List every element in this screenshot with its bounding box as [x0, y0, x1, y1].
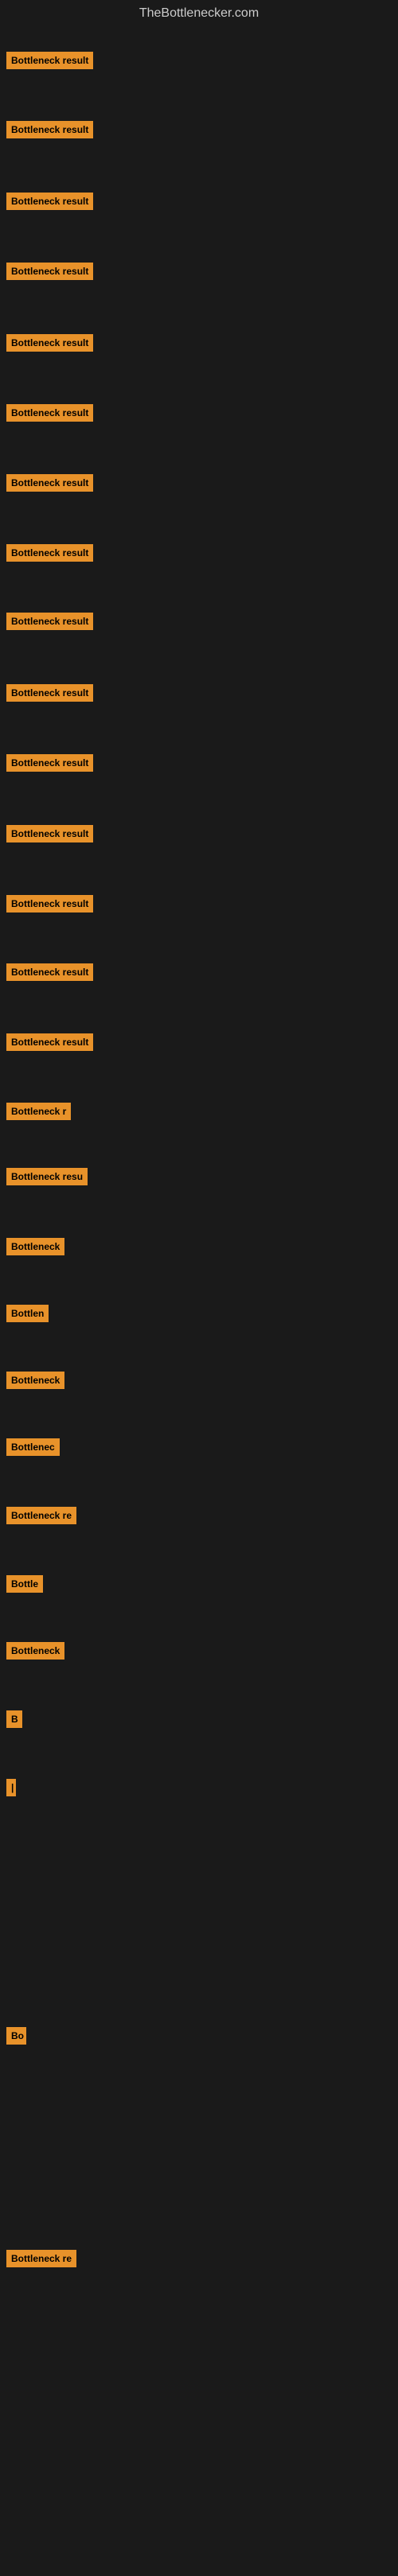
bottleneck-item[interactable]: Bottleneck resu [6, 1168, 88, 1189]
bottleneck-item[interactable]: Bottleneck result [6, 684, 93, 706]
bottleneck-item[interactable]: Bottleneck result [6, 895, 93, 916]
bottleneck-item[interactable]: Bottleneck result [6, 121, 93, 142]
items-container: Bottleneck result Bottleneck result Bottle… [0, 30, 398, 2576]
bottleneck-item[interactable]: Bottleneck result [6, 404, 93, 426]
bottleneck-item[interactable]: Bottleneck result [6, 474, 93, 496]
bottleneck-item[interactable]: | [6, 1779, 16, 1800]
bottleneck-item[interactable]: Bottleneck result [6, 193, 93, 214]
bottleneck-item[interactable]: B [6, 1710, 22, 1732]
bottleneck-badge[interactable]: Bo [6, 2027, 26, 2045]
bottleneck-item[interactable]: Bottlen [6, 1305, 49, 1326]
bottleneck-item[interactable]: Bottleneck result [6, 825, 93, 846]
bottleneck-item[interactable]: Bottleneck result [6, 963, 93, 985]
bottleneck-badge[interactable]: Bottleneck result [6, 263, 93, 280]
bottleneck-item[interactable]: Bo [6, 2027, 26, 2049]
site-title: TheBottlenecker.com [0, 0, 398, 30]
bottleneck-item[interactable]: Bottleneck [6, 1372, 64, 1393]
bottleneck-item[interactable]: Bottleneck result [6, 754, 93, 776]
bottleneck-item[interactable]: Bottleneck r [6, 1103, 71, 1124]
bottleneck-item[interactable]: Bottleneck result [6, 334, 93, 356]
bottleneck-badge[interactable]: Bottleneck re [6, 1507, 76, 1524]
bottleneck-badge[interactable]: Bottleneck [6, 1238, 64, 1255]
bottleneck-item[interactable]: Bottleneck re [6, 2250, 76, 2271]
bottleneck-badge[interactable]: Bottleneck result [6, 754, 93, 772]
bottleneck-badge[interactable]: B [6, 1710, 22, 1728]
bottleneck-badge[interactable]: Bottleneck re [6, 2250, 76, 2267]
bottleneck-badge[interactable]: Bottleneck result [6, 613, 93, 630]
bottleneck-badge[interactable]: Bottleneck result [6, 193, 93, 210]
bottleneck-badge[interactable]: Bottleneck [6, 1642, 64, 1660]
bottleneck-badge[interactable]: Bottleneck r [6, 1103, 71, 1120]
bottleneck-badge[interactable]: Bottleneck result [6, 895, 93, 912]
bottleneck-badge[interactable]: Bottleneck result [6, 825, 93, 842]
bottleneck-item[interactable]: Bottleneck result [6, 1033, 93, 1055]
bottleneck-item[interactable]: Bottleneck re [6, 1507, 76, 1528]
bottleneck-item[interactable]: Bottleneck result [6, 52, 93, 73]
bottleneck-badge[interactable]: Bottlenec [6, 1438, 60, 1456]
bottleneck-item[interactable]: Bottleneck [6, 1642, 64, 1664]
bottleneck-badge[interactable]: Bottleneck result [6, 544, 93, 562]
bottleneck-item[interactable]: Bottleneck result [6, 263, 93, 284]
bottleneck-badge[interactable]: Bottleneck result [6, 1033, 93, 1051]
bottleneck-badge[interactable]: Bottlen [6, 1305, 49, 1322]
bottleneck-badge[interactable]: Bottleneck result [6, 121, 93, 138]
bottleneck-item[interactable]: Bottlenec [6, 1438, 60, 1460]
bottleneck-badge[interactable]: Bottleneck result [6, 52, 93, 69]
bottleneck-badge[interactable]: Bottleneck result [6, 963, 93, 981]
bottleneck-badge[interactable]: Bottleneck [6, 1372, 64, 1389]
bottleneck-item[interactable]: Bottleneck result [6, 544, 93, 566]
bottleneck-badge[interactable]: Bottleneck resu [6, 1168, 88, 1185]
bottleneck-badge[interactable]: Bottleneck result [6, 474, 93, 492]
bottleneck-item[interactable]: Bottleneck [6, 1238, 64, 1259]
bottleneck-badge[interactable]: Bottleneck result [6, 334, 93, 352]
bottleneck-badge[interactable]: Bottle [6, 1575, 43, 1593]
bottleneck-item[interactable]: Bottleneck result [6, 613, 93, 634]
bottleneck-badge[interactable]: Bottleneck result [6, 684, 93, 702]
bottleneck-badge[interactable]: | [6, 1779, 16, 1796]
bottleneck-badge[interactable]: Bottleneck result [6, 404, 93, 422]
bottleneck-item[interactable]: Bottle [6, 1575, 43, 1597]
